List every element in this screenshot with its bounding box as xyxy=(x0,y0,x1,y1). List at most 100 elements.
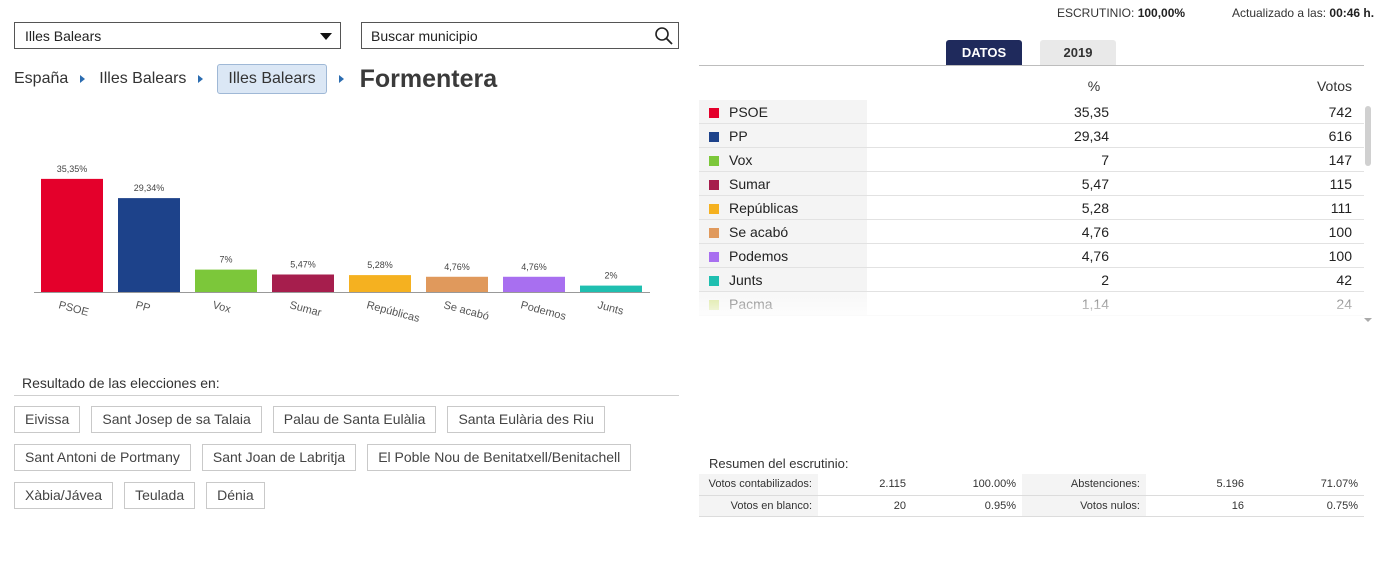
municipality-button[interactable]: Sant Antoni de Portmany xyxy=(14,444,191,471)
search-icon[interactable] xyxy=(654,26,674,46)
municipality-search-input[interactable] xyxy=(362,23,642,48)
municipality-button[interactable]: Sant Josep de sa Talaia xyxy=(91,406,262,433)
party-name: PSOE xyxy=(729,104,768,120)
x-tick-label: Vox xyxy=(211,299,232,315)
party-votes: 115 xyxy=(1329,176,1352,192)
page-title: Formentera xyxy=(359,64,498,93)
municipality-button[interactable]: Eivissa xyxy=(14,406,81,433)
bar-value-label: 35,35% xyxy=(57,164,88,174)
x-tick-label: Sumar xyxy=(288,299,323,319)
summary-count: 16 xyxy=(1146,495,1250,517)
party-percent: 2 xyxy=(1101,272,1109,288)
results-table[interactable]: PSOE 35,35 742 PP 29,34 616 Vox 7 147 Sumar 5,47 11… xyxy=(699,100,1364,322)
bar-value-label: 4,76% xyxy=(444,262,470,272)
table-row: Repúblicas 5,28 111 xyxy=(699,196,1364,220)
update-time-value: 00:46 h. xyxy=(1329,6,1375,20)
party-name: PP xyxy=(729,128,748,144)
party-name: Podemos xyxy=(729,248,789,264)
party-votes: 147 xyxy=(1328,152,1352,168)
municipality-button[interactable]: El Poble Nou de Benitatxell/Benitachell xyxy=(367,444,632,471)
region-select[interactable]: Illes Balears xyxy=(14,22,341,49)
municipality-buttons: Eivissa Sant Josep de sa Talaia Palau de S… xyxy=(14,406,654,509)
x-tick-label: PSOE xyxy=(57,299,90,319)
tabs: DATOS 2019 xyxy=(946,40,1116,65)
bar-value-label: 2% xyxy=(604,271,617,281)
chevron-right-icon xyxy=(80,75,86,83)
party-percent: 5,28 xyxy=(1081,200,1109,216)
bar-vox[interactable] xyxy=(195,269,257,292)
x-tick-label: Se acabó xyxy=(442,299,490,323)
summary-row: Votos contabilizados: 2.115 100.00% Abstenc… xyxy=(699,474,1364,496)
divider xyxy=(14,395,679,396)
bar-value-label: 29,34% xyxy=(134,183,165,193)
municipality-button[interactable]: Sant Joan de Labritja xyxy=(201,444,357,471)
municipality-button[interactable]: Palau de Santa Eulàlia xyxy=(272,406,437,433)
party-percent: 4,76 xyxy=(1081,224,1109,240)
party-cell: Sumar xyxy=(699,172,867,195)
region-select-value: Illes Balears xyxy=(25,28,102,44)
breadcrumb-link-espana[interactable]: España xyxy=(14,70,68,88)
tab-2019[interactable]: 2019 xyxy=(1040,40,1116,65)
party-cell: Repúblicas xyxy=(699,196,867,219)
party-color-swatch xyxy=(709,276,719,286)
bar-rep-blicas[interactable] xyxy=(349,275,411,292)
bar-pp[interactable] xyxy=(118,198,180,292)
scrollbar-thumb[interactable] xyxy=(1365,106,1371,166)
x-tick-label: Junts xyxy=(596,299,625,318)
caret-down-icon xyxy=(320,33,332,40)
party-percent: 35,35 xyxy=(1073,104,1109,120)
results-table-scrollbar[interactable] xyxy=(1364,100,1372,322)
party-cell: Podemos xyxy=(699,244,867,267)
x-tick-label: PP xyxy=(134,299,151,314)
party-votes: 111 xyxy=(1330,200,1352,216)
update-time: Actualizado a las: 00:46 h. xyxy=(1232,6,1374,20)
party-percent: 5,47 xyxy=(1081,176,1109,192)
column-header-votes: Votos xyxy=(1316,78,1352,94)
bar-psoe[interactable] xyxy=(41,178,103,292)
summary-percent: 71.07% xyxy=(1250,474,1364,496)
municipality-button[interactable]: Dénia xyxy=(206,482,265,509)
summary-count: 2.115 xyxy=(818,474,912,496)
party-cell: Vox xyxy=(699,148,867,171)
update-time-label: Actualizado a las: xyxy=(1232,6,1327,20)
party-votes: 742 xyxy=(1328,104,1352,120)
party-name: Se acabó xyxy=(729,224,789,240)
party-cell: Se acabó xyxy=(699,220,867,243)
bar-value-label: 7% xyxy=(219,255,232,265)
party-name: Repúblicas xyxy=(729,200,799,216)
summary-count: 20 xyxy=(818,495,912,517)
scroll-down-icon[interactable] xyxy=(1364,318,1372,322)
party-color-swatch xyxy=(709,228,719,238)
bar-podemos[interactable] xyxy=(503,276,565,292)
table-row: Pacma 1,14 24 xyxy=(699,292,1364,316)
municipality-button[interactable]: Teulada xyxy=(124,482,196,509)
municipality-button[interactable]: Xàbia/Jávea xyxy=(14,482,114,509)
table-row: Sumar 5,47 115 xyxy=(699,172,1364,196)
summary-percent: 0.95% xyxy=(912,495,1022,517)
table-row: Se acabó 4,76 100 xyxy=(699,220,1364,244)
divider xyxy=(699,65,1364,66)
summary-title: Resumen del escrutinio: xyxy=(709,456,849,471)
chevron-right-icon xyxy=(198,75,204,83)
party-percent: 4,76 xyxy=(1081,248,1109,264)
breadcrumb-link-community[interactable]: Illes Balears xyxy=(99,70,186,88)
tab-datos[interactable]: DATOS xyxy=(946,40,1022,65)
table-row: PSOE 35,35 742 xyxy=(699,100,1364,124)
bar-sumar[interactable] xyxy=(272,274,334,292)
summary-percent: 100.00% xyxy=(912,474,1022,496)
breadcrumb-link-province[interactable]: Illes Balears xyxy=(217,64,327,94)
party-votes: 616 xyxy=(1328,128,1352,144)
party-color-swatch xyxy=(709,156,719,166)
bar-junts[interactable] xyxy=(580,285,642,292)
summary-label: Votos nulos: xyxy=(1022,495,1146,517)
summary-count: 5.196 xyxy=(1146,474,1250,496)
party-name: Vox xyxy=(729,152,753,168)
scrutiny-label: ESCRUTINIO: xyxy=(1057,6,1135,20)
party-color-swatch xyxy=(709,252,719,262)
scrutiny-value: 100,00% xyxy=(1137,6,1186,20)
bar-se-acab-[interactable] xyxy=(426,276,488,292)
summary-table: Votos contabilizados: 2.115 100.00% Abstenc… xyxy=(699,474,1364,517)
party-votes: 100 xyxy=(1328,224,1352,240)
party-name: Junts xyxy=(729,272,763,288)
municipality-button[interactable]: Santa Eulària des Riu xyxy=(447,406,605,433)
